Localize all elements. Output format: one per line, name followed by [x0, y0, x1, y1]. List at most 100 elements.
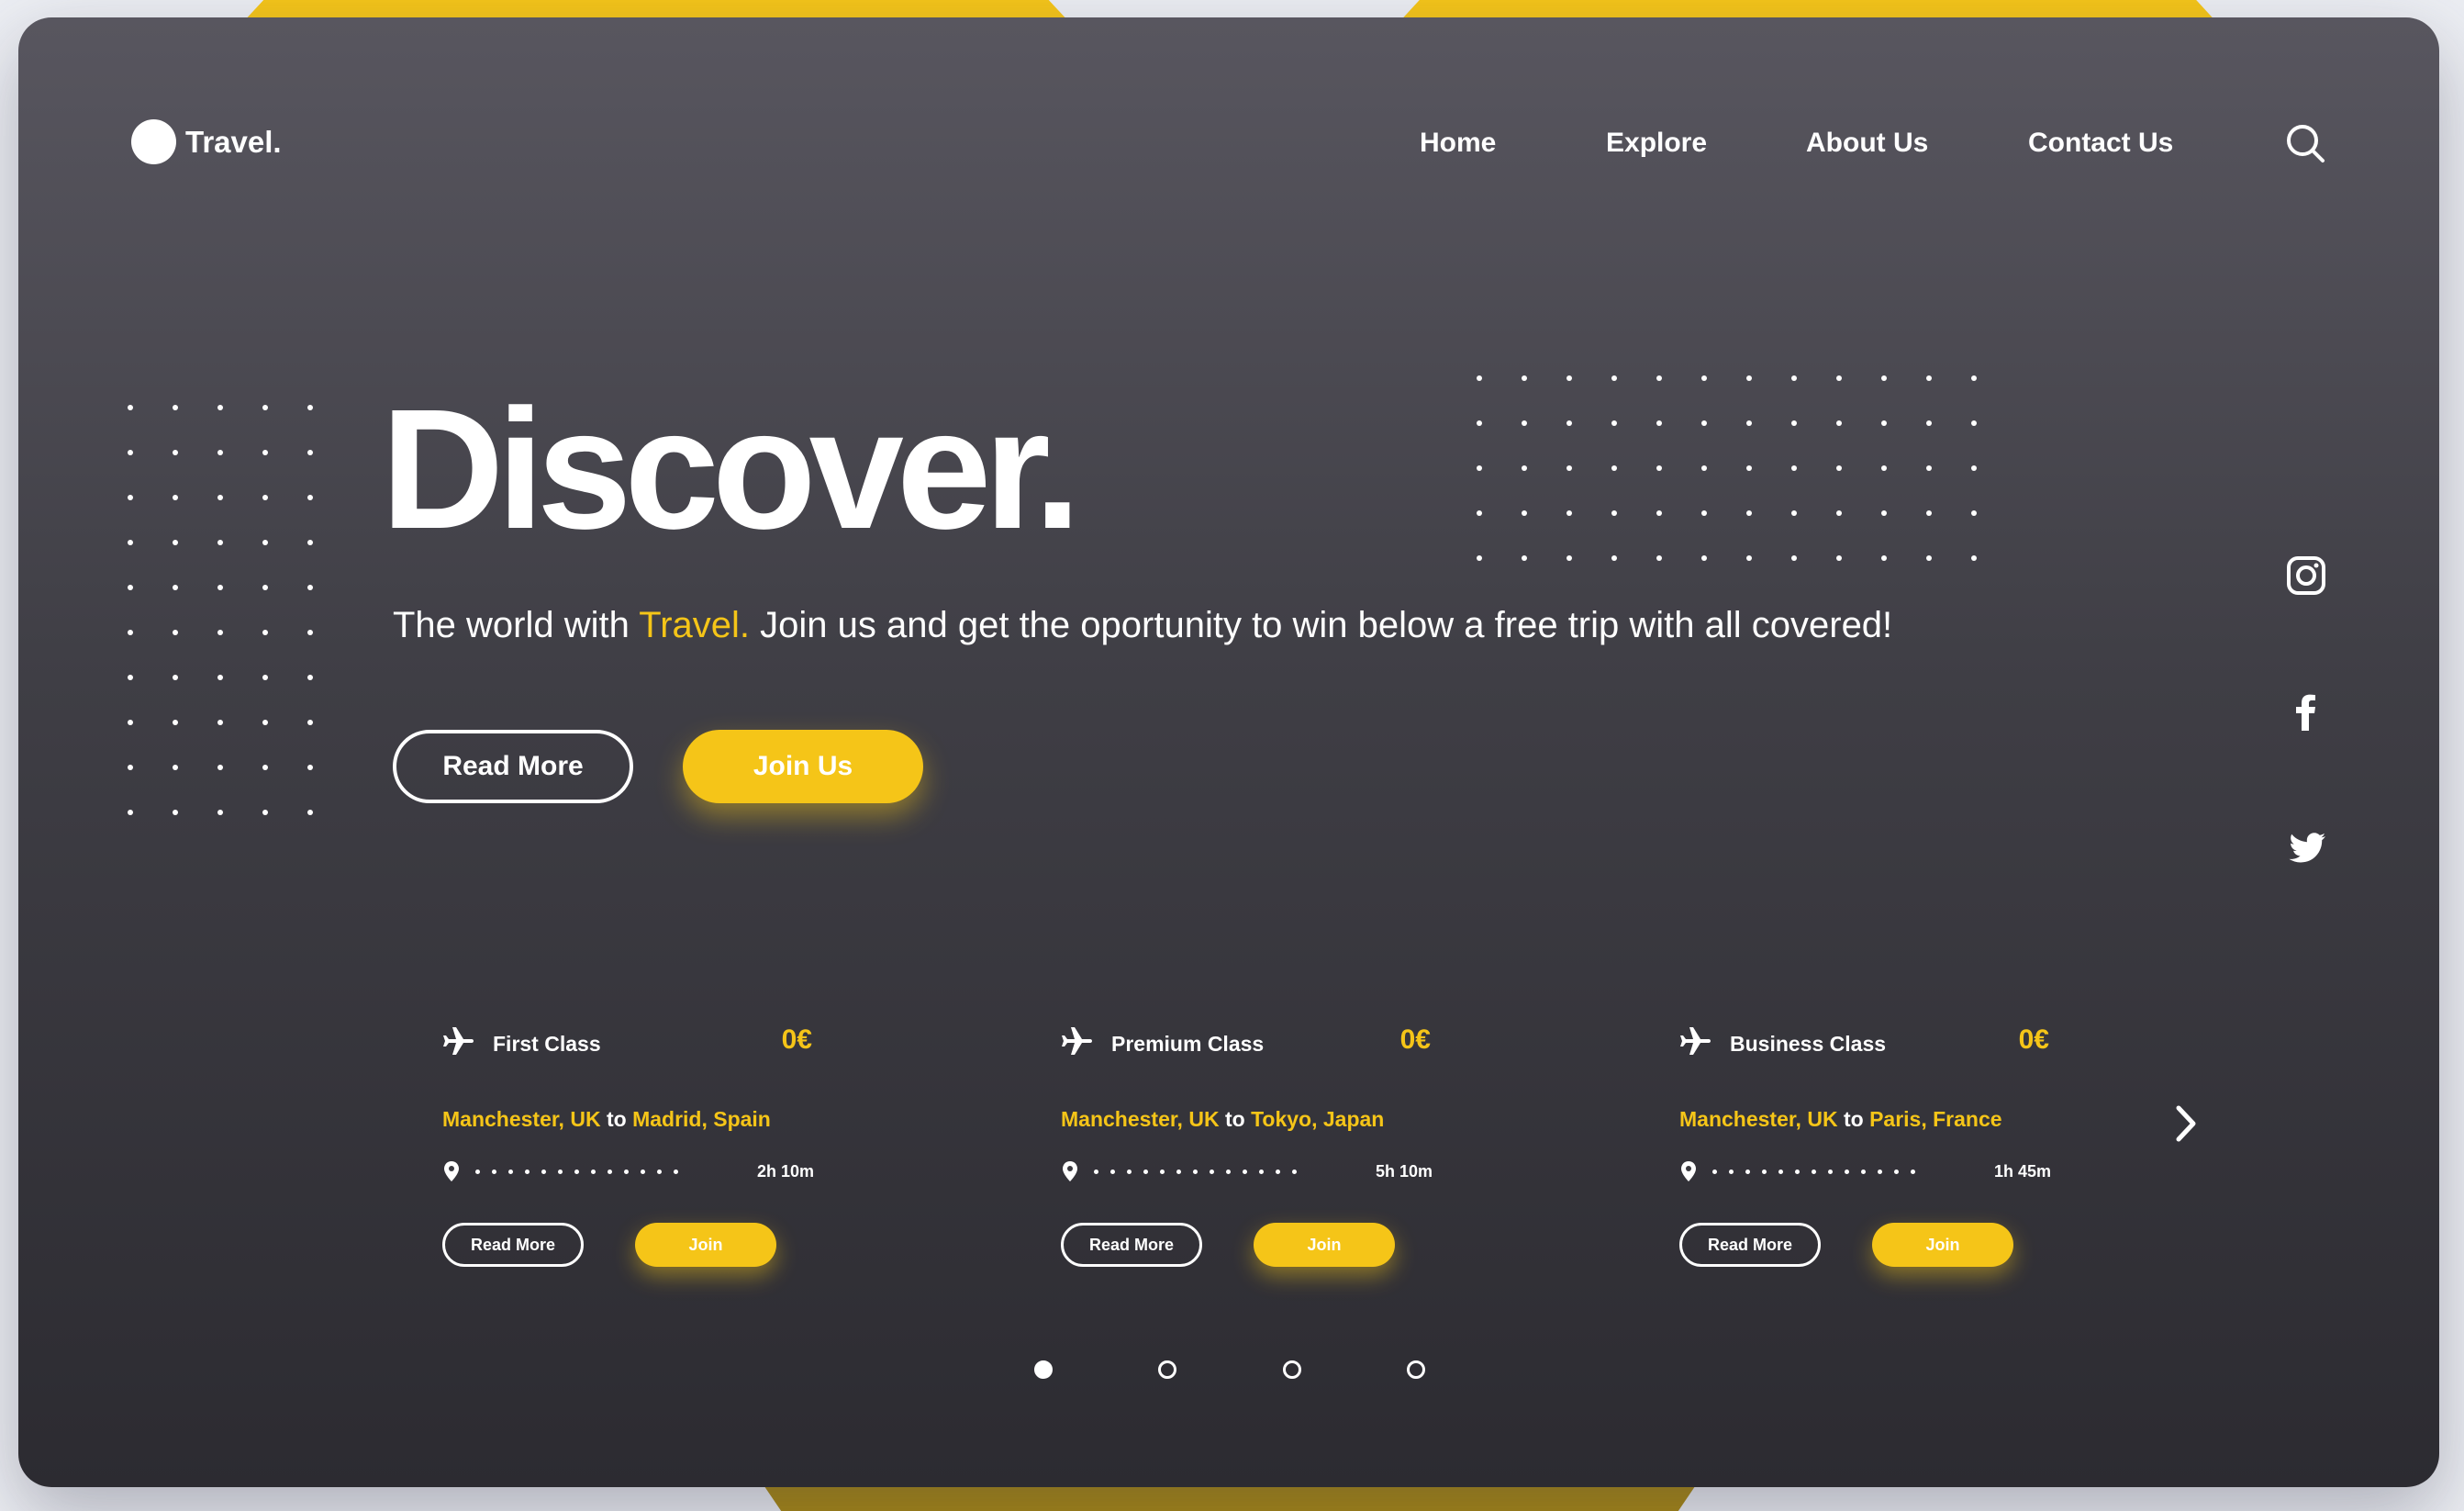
search-icon[interactable] [2285, 123, 2325, 163]
decorative-dot [217, 495, 223, 500]
location-pin-icon [1063, 1161, 1077, 1181]
decorative-dot [1566, 375, 1572, 381]
offer-route: Manchester, UK to Tokyo, Japan [1061, 1107, 1384, 1132]
decorative-dot [262, 450, 268, 455]
offer-join-button[interactable]: Join [1872, 1223, 2013, 1267]
decorative-dot [1791, 510, 1797, 516]
hero-title: Discover. [381, 375, 1081, 565]
decorative-dot [1836, 465, 1842, 471]
decorative-dot [1881, 555, 1887, 561]
decorative-dot [1836, 510, 1842, 516]
pagination-dot[interactable] [1283, 1360, 1301, 1379]
decorative-dot [307, 720, 313, 725]
pagination-dot[interactable] [1407, 1360, 1425, 1379]
decorative-dot [307, 405, 313, 410]
hero-subtitle-highlight: Travel. [639, 605, 751, 645]
decorative-dot [217, 765, 223, 770]
track-dots [475, 1170, 678, 1174]
decorative-dot [128, 540, 133, 545]
offer-header: First Class 0€ [442, 1023, 812, 1059]
nav-item-explore[interactable]: Explore [1606, 128, 1707, 159]
decorative-dot [1611, 465, 1617, 471]
decorative-dot [1701, 375, 1707, 381]
decorative-dot [1971, 510, 1977, 516]
join-us-button[interactable]: Join Us [683, 730, 923, 803]
facebook-icon[interactable] [2285, 690, 2327, 733]
chevron-right-icon[interactable] [2164, 1101, 2210, 1147]
decorative-dot [307, 630, 313, 635]
offer-join-button[interactable]: Join [635, 1223, 776, 1267]
decorative-dot [217, 450, 223, 455]
instagram-icon[interactable] [2285, 554, 2327, 597]
decorative-dot [1791, 555, 1797, 561]
decorative-dot [1926, 420, 1932, 426]
logo-circle-icon [131, 119, 176, 164]
decorative-dot [1522, 375, 1527, 381]
decorative-dot [1611, 375, 1617, 381]
decorative-dot [1566, 555, 1572, 561]
pagination-dot[interactable] [1034, 1360, 1053, 1379]
decorative-dot [173, 810, 178, 815]
nav-item-contact-us[interactable]: Contact Us [2028, 128, 2173, 159]
offer-route: Manchester, UK to Madrid, Spain [442, 1107, 771, 1132]
decorative-dot [1522, 420, 1527, 426]
decorative-dot [1477, 420, 1482, 426]
brand-logo[interactable]: Travel. [131, 119, 282, 164]
decorative-dot [128, 810, 133, 815]
decorative-dot [128, 720, 133, 725]
route-origin: Manchester, UK [1061, 1107, 1220, 1131]
decorative-dot [1926, 555, 1932, 561]
route-origin: Manchester, UK [1679, 1107, 1838, 1131]
decorative-dot [1701, 510, 1707, 516]
decorative-dot [128, 765, 133, 770]
main-card: Travel. Home Explore About Us Contact Us… [18, 17, 2439, 1487]
decorative-dot [1971, 555, 1977, 561]
decorative-dot [1791, 375, 1797, 381]
decorative-dot [1836, 420, 1842, 426]
flight-duration: 5h 10m [1375, 1162, 1433, 1181]
nav-item-home[interactable]: Home [1420, 128, 1496, 159]
decorative-dot [173, 675, 178, 680]
decorative-dot [1971, 420, 1977, 426]
decorative-dot [1522, 555, 1527, 561]
decorative-dot [173, 495, 178, 500]
decorative-dot [128, 585, 133, 590]
offer-read-more-button[interactable]: Read More [442, 1223, 584, 1267]
offer-read-more-button[interactable]: Read More [1061, 1223, 1202, 1267]
offer-header: Business Class 0€ [1679, 1023, 2049, 1059]
offer-route: Manchester, UK to Paris, France [1679, 1107, 2002, 1132]
offer-price: 0€ [781, 1024, 812, 1055]
decorative-dot [262, 585, 268, 590]
decorative-dot [1746, 510, 1752, 516]
decorative-dot [1566, 420, 1572, 426]
pagination-dot[interactable] [1158, 1360, 1176, 1379]
decorative-dot [1926, 510, 1932, 516]
decorative-dot [217, 810, 223, 815]
track-dots [1094, 1170, 1297, 1174]
decorative-dot [262, 540, 268, 545]
offer-join-button[interactable]: Join [1254, 1223, 1395, 1267]
flight-duration: 2h 10m [756, 1162, 814, 1181]
decorative-dot [1477, 465, 1482, 471]
flight-duration-track: 2h 10m [442, 1160, 814, 1182]
decorative-dot [1791, 465, 1797, 471]
decorative-dot [1611, 510, 1617, 516]
offer-card: Premium Class 0€ Manchester, UK to Tokyo… [1061, 1023, 1433, 1267]
nav-item-about-us[interactable]: About Us [1806, 128, 1928, 159]
hero-subtitle-text: The world with [393, 605, 640, 645]
route-connector: to [1219, 1107, 1252, 1131]
decorative-dot [128, 450, 133, 455]
decorative-dot [217, 675, 223, 680]
twitter-icon[interactable] [2285, 828, 2327, 870]
decorative-dot-grid-left [128, 405, 313, 815]
offer-price: 0€ [2018, 1024, 2049, 1055]
decorative-dot [1656, 555, 1662, 561]
read-more-button[interactable]: Read More [393, 730, 633, 803]
track-dots [1712, 1170, 1915, 1174]
decorative-dot [173, 630, 178, 635]
flight-duration: 1h 45m [1993, 1162, 2051, 1181]
offer-read-more-button[interactable]: Read More [1679, 1223, 1821, 1267]
decorative-dot [307, 540, 313, 545]
decorative-dot [1836, 555, 1842, 561]
decorative-dot [307, 765, 313, 770]
